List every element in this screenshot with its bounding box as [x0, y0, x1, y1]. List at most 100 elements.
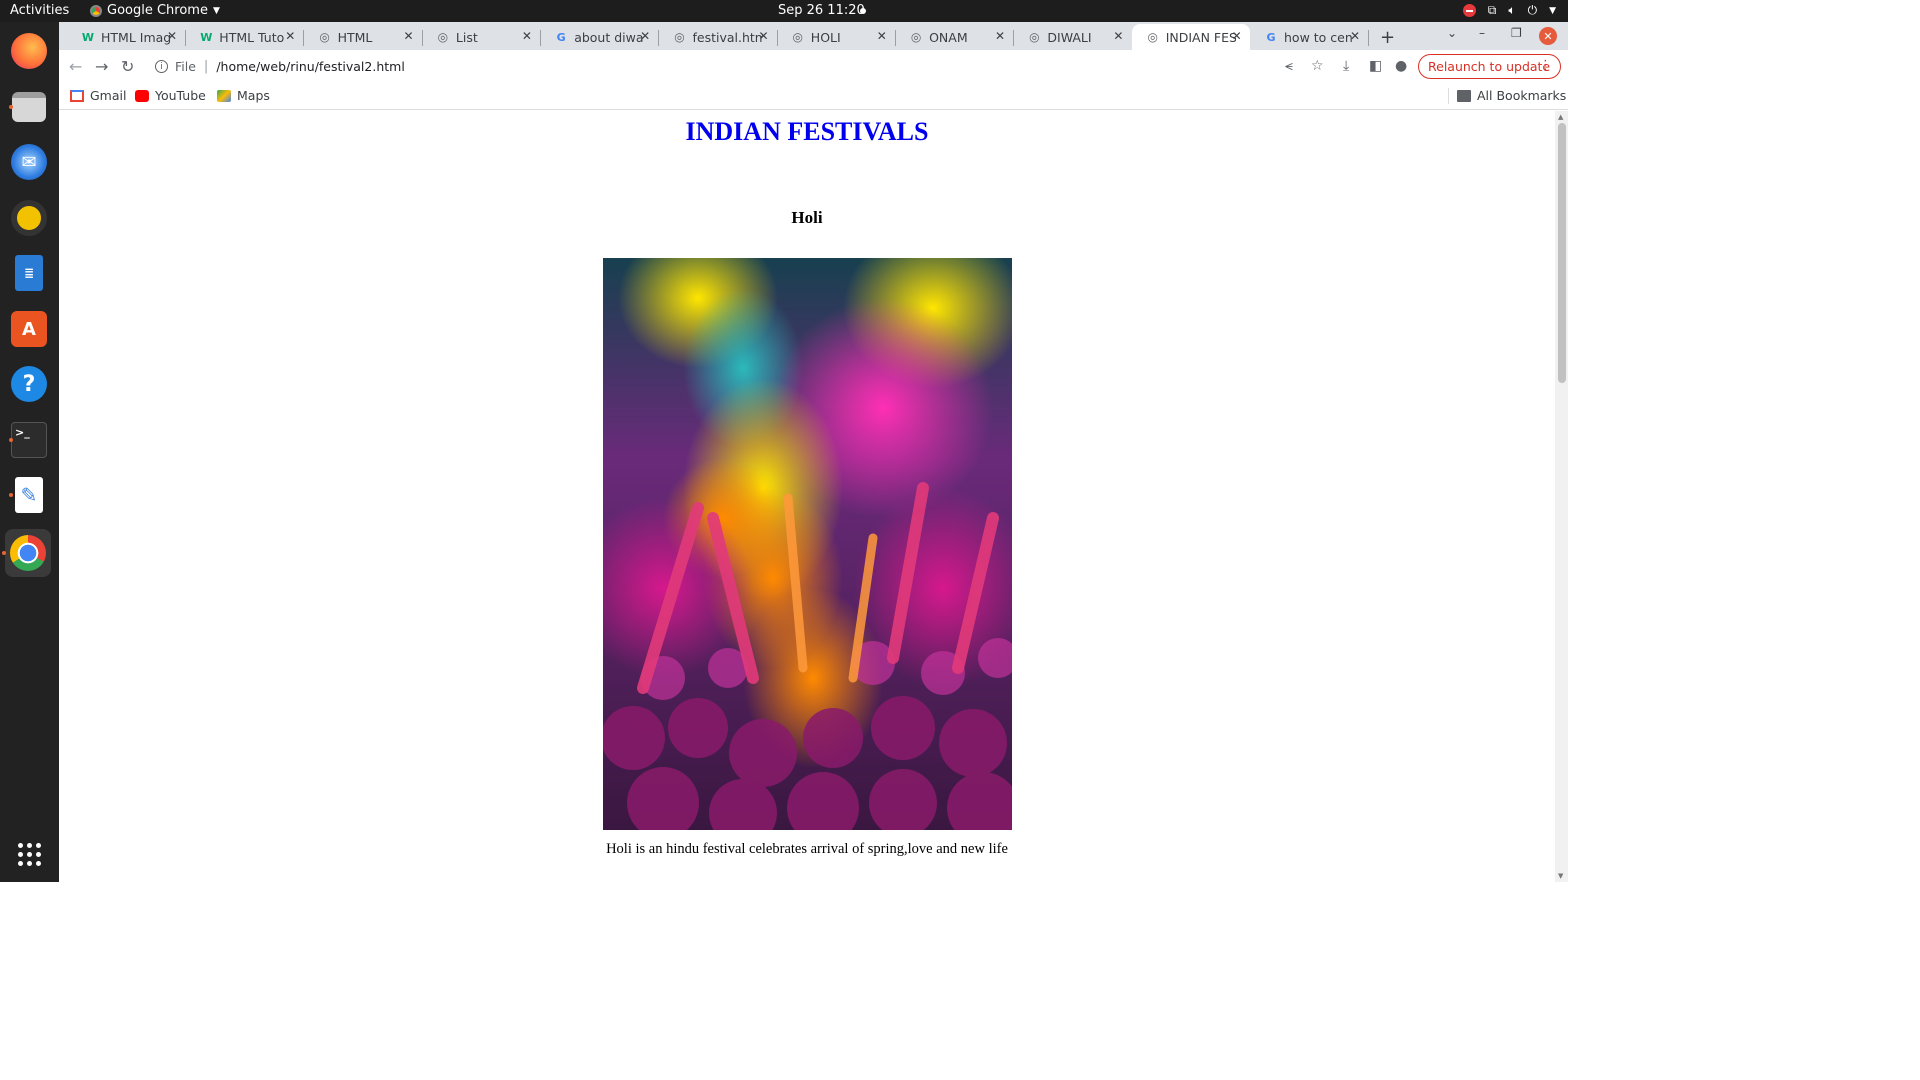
dock-firefox[interactable]	[7, 29, 51, 73]
chrome-icon	[10, 535, 46, 571]
new-tab-button[interactable]: +	[1380, 27, 1395, 48]
files-icon	[12, 92, 46, 122]
bookmarks-divider	[1448, 88, 1449, 104]
page-scrollbar[interactable]: ▲ ▼	[1555, 111, 1568, 882]
close-tab-icon[interactable]: ✕	[1232, 29, 1242, 43]
dock-rhythmbox[interactable]	[7, 196, 51, 240]
address-bar[interactable]: i File | /home/web/rinu/festival2.html	[145, 53, 1335, 80]
close-window-button[interactable]: ✕	[1539, 27, 1557, 45]
tab-title: HTML	[337, 29, 373, 45]
w3-icon: W	[81, 30, 95, 44]
bookmark-maps[interactable]: Maps	[217, 88, 270, 103]
running-indicator	[2, 551, 6, 555]
page-title: INDIAN FESTIVALS	[685, 117, 929, 146]
bookmark-youtube[interactable]: YouTube	[135, 88, 206, 103]
globe-icon: ◎	[319, 30, 330, 44]
dock-text-editor[interactable]: ✎	[7, 473, 51, 517]
restore-button[interactable]: ❐	[1511, 26, 1522, 40]
browser-tab[interactable]: ◎ DIWALI ✕	[1013, 24, 1131, 50]
tab-title: List	[455, 29, 478, 45]
browser-tab[interactable]: ◎ INDIAN FES ✕	[1131, 24, 1250, 50]
firefox-icon	[11, 33, 47, 69]
globe-icon: ◎	[1147, 30, 1158, 44]
google-icon: G	[1266, 30, 1276, 44]
running-indicator	[9, 493, 13, 497]
app-menu[interactable]: Google Chrome ▼	[90, 3, 220, 18]
close-tab-icon[interactable]: ✕	[1113, 29, 1123, 43]
side-panel-icon[interactable]: ◧	[1369, 58, 1382, 74]
browser-tab[interactable]: Gabout diwa ✕	[540, 24, 660, 50]
dock-thunderbird[interactable]: ✉	[7, 140, 51, 184]
close-tab-icon[interactable]: ✕	[877, 29, 887, 43]
web-page: INDIAN FESTIVALS Holi Holi is an hindu f…	[59, 111, 1555, 882]
software-store-icon: A	[11, 311, 47, 347]
browser-tab[interactable]: ◎ List ✕	[422, 24, 541, 50]
rhythmbox-icon	[11, 200, 47, 236]
dock-writer[interactable]: ≣	[7, 251, 51, 295]
globe-icon: ◎	[437, 30, 449, 44]
bookmark-label: Maps	[237, 88, 270, 103]
dock-software[interactable]: A	[7, 307, 51, 351]
profile-avatar-icon[interactable]: ●	[1395, 58, 1407, 74]
browser-tab[interactable]: ◎ ONAM ✕	[895, 24, 1015, 50]
scroll-down-arrow-icon[interactable]: ▼	[1558, 872, 1563, 880]
reload-icon[interactable]: ↻	[121, 57, 134, 76]
network-icon: ⧉	[1487, 3, 1497, 17]
browser-tab[interactable]: ◎ festival.htm ✕	[659, 24, 778, 50]
globe-icon: ◎	[792, 30, 804, 44]
close-tab-icon[interactable]: ✕	[1350, 29, 1360, 43]
browser-tab[interactable]: W HTML Tuto ✕	[185, 24, 305, 50]
bookmark-star-icon[interactable]: ☆	[1311, 58, 1324, 74]
tab-title: HTML Imag	[101, 29, 171, 45]
download-icon[interactable]: ⤓	[1343, 58, 1349, 74]
tab-title: about diwa	[574, 29, 644, 45]
show-apps-button[interactable]	[7, 832, 51, 876]
youtube-icon	[135, 89, 149, 102]
relaunch-label: Relaunch to update	[1428, 59, 1551, 74]
close-tab-icon[interactable]: ✕	[640, 29, 650, 43]
close-tab-icon[interactable]: ✕	[995, 29, 1005, 43]
scroll-up-arrow-icon[interactable]: ▲	[1558, 113, 1563, 121]
clock[interactable]: Sep 26 11:20	[778, 3, 865, 18]
dock-help[interactable]: ?	[7, 362, 51, 406]
bookmark-gmail[interactable]: Gmail	[70, 88, 126, 103]
site-info-icon[interactable]: i	[155, 60, 168, 73]
share-icon[interactable]: ⪪	[1285, 58, 1293, 74]
dock-files[interactable]	[7, 85, 51, 129]
close-tab-icon[interactable]: ✕	[285, 29, 295, 43]
writer-icon: ≣	[15, 255, 43, 291]
system-tray[interactable]: ⧉ 🔈︎ ⏻ ▼	[1462, 3, 1556, 18]
scrollbar-thumb[interactable]	[1558, 123, 1566, 383]
tab-title: HOLI	[810, 29, 841, 45]
relaunch-to-update-button[interactable]: Relaunch to update ⋮	[1418, 54, 1561, 79]
kebab-menu-icon: ⋮	[1539, 58, 1552, 73]
activities-button[interactable]: Activities	[10, 3, 69, 18]
notification-dot	[860, 8, 866, 14]
tab-title: ONAM	[929, 29, 968, 45]
browser-tab[interactable]: ◎ HOLI ✕	[777, 24, 896, 50]
tab-title: DIWALI	[1047, 29, 1092, 45]
dock-chrome[interactable]	[2, 529, 51, 577]
browser-tab[interactable]: Ghow to cen ✕	[1250, 24, 1369, 50]
chevron-down-icon: ▼	[1549, 5, 1556, 16]
close-tab-icon[interactable]: ✕	[758, 29, 768, 43]
minimize-button[interactable]: –	[1479, 26, 1485, 40]
bookmark-label: Gmail	[90, 88, 127, 103]
tab-search-icon[interactable]: ⌄	[1447, 26, 1457, 40]
google-icon: G	[556, 30, 566, 44]
close-tab-icon[interactable]: ✕	[167, 29, 177, 43]
browser-tab[interactable]: ◎ HTML ✕	[304, 24, 423, 50]
globe-icon: ◎	[910, 30, 922, 44]
system-top-bar: Activities Google Chrome ▼ Sep 26 11:20 …	[0, 0, 1568, 22]
chrome-app-icon	[90, 4, 102, 17]
tab-separator	[1368, 30, 1369, 46]
close-tab-icon[interactable]: ✕	[404, 29, 414, 43]
browser-tab[interactable]: W HTML Imag ✕	[67, 24, 186, 50]
close-tab-icon[interactable]: ✕	[522, 29, 532, 43]
all-bookmarks-button[interactable]: All Bookmarks	[1457, 88, 1566, 103]
back-arrow-icon[interactable]: ←	[69, 57, 82, 76]
forward-arrow-icon[interactable]: →	[95, 57, 108, 76]
dock-terminal[interactable]: >_	[7, 418, 51, 462]
scheme-divider: |	[203, 59, 209, 74]
url-text[interactable]: /home/web/rinu/festival2.html	[216, 59, 405, 74]
